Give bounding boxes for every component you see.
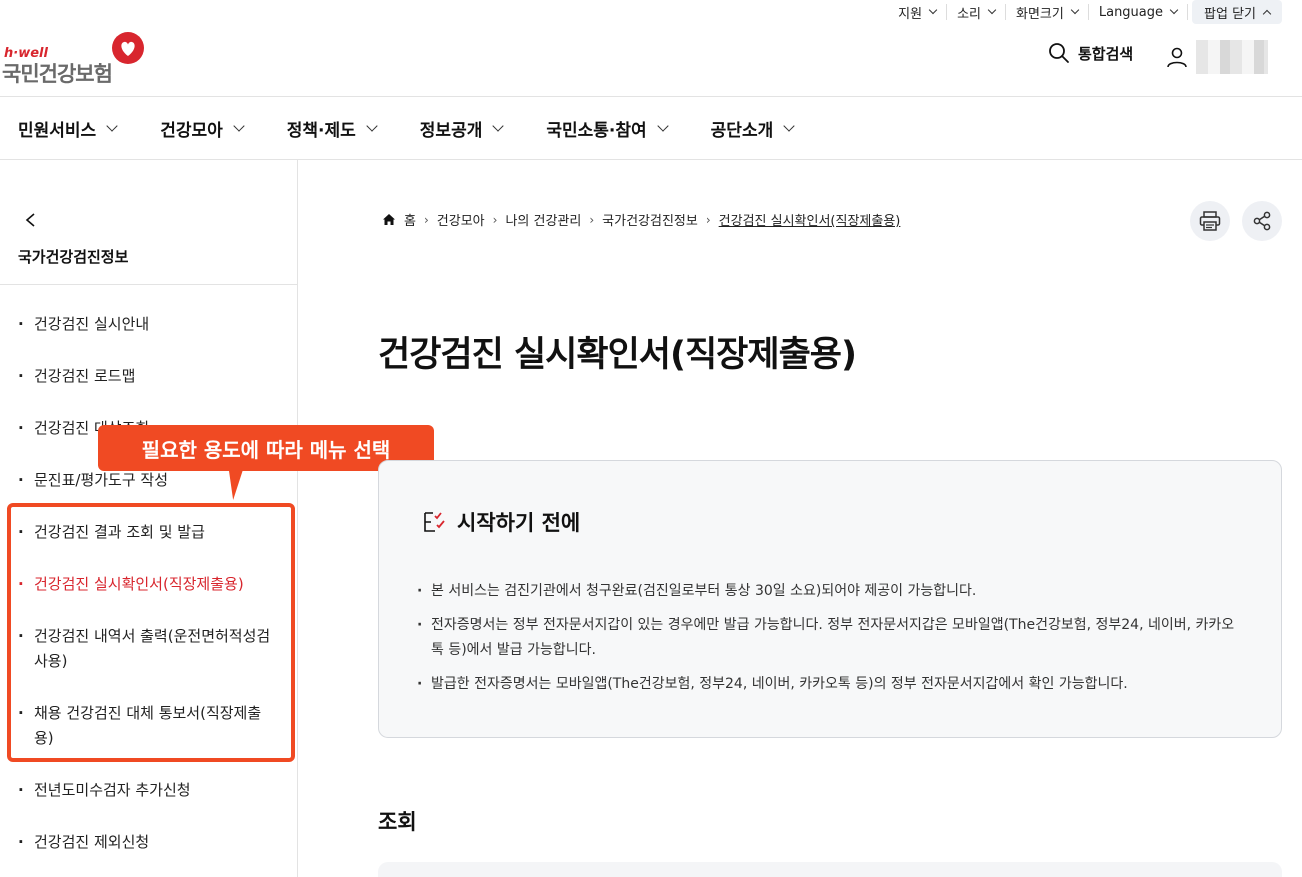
breadcrumb: 홈 › 건강모아 › 나의 건강관리 › 국가건강검진정보 › 건강검진 실시확…: [382, 210, 900, 229]
chevron-right-icon: ›: [705, 212, 711, 227]
page-title: 건강검진 실시확인서(직장제출용): [378, 335, 857, 375]
chevron-up-icon: [1262, 9, 1272, 18]
chevron-down-icon: [928, 5, 938, 15]
gnb-label: 정보공개: [419, 120, 483, 141]
gnb-label: 공단소개: [710, 120, 774, 141]
chevron-down-icon: [657, 120, 669, 132]
gnb-item-policy[interactable]: 정책·제도: [286, 116, 378, 141]
sound-menu[interactable]: 소리: [947, 4, 1007, 22]
logo-text: 국민건강보험: [2, 62, 113, 86]
lookup-section-title: 조회: [378, 810, 417, 834]
info-item: 발급한 전자증명서는 모바일앱(The건강보험, 정부24, 네이버, 카카오톡…: [417, 672, 1247, 697]
sidebar-item-exclusion[interactable]: 건강검진 제외신청: [18, 830, 280, 855]
info-heading: 시작하기 전에: [423, 507, 580, 537]
sidebar-item-guide[interactable]: 건강검진 실시안내: [18, 312, 280, 337]
breadcrumb-item[interactable]: 건강모아: [437, 210, 485, 229]
sidebar-title: 국가건강검진정보: [18, 248, 129, 266]
chevron-down-icon: [492, 120, 505, 132]
sound-label: 소리: [957, 6, 982, 22]
breadcrumb-item[interactable]: 국가건강검진정보: [602, 210, 698, 229]
gnb-label: 민원서비스: [18, 120, 97, 141]
gnb-label: 건강모아: [160, 120, 223, 141]
gnb-item-about[interactable]: 공단소개: [710, 116, 795, 141]
sidebar-item-roadmap[interactable]: 건강검진 로드맵: [18, 364, 280, 389]
user-menu-button[interactable]: [1166, 40, 1268, 74]
gnb-label: 국민소통·참여: [546, 120, 647, 141]
gnb-label: 정책·제도: [286, 120, 356, 141]
info-list: 본 서비스는 검진기관에서 청구완료(검진일로부터 통상 30일 소요)되어야 …: [417, 579, 1247, 706]
main-navigation: 민원서비스 건강모아 정책·제도 정보공개 국민소통·참여 공단소개: [0, 97, 1302, 159]
popup-close-label: 팝업 닫기: [1204, 6, 1256, 22]
chevron-right-icon: ›: [589, 212, 595, 227]
chevron-down-icon: [1070, 5, 1080, 15]
chevron-down-icon: [783, 120, 795, 132]
home-icon: [383, 214, 395, 225]
share-icon: [1253, 211, 1271, 231]
breadcrumb-home[interactable]: 홈: [404, 210, 416, 229]
search-icon: [1049, 43, 1069, 63]
print-icon: [1199, 211, 1221, 231]
language-menu[interactable]: Language: [1089, 4, 1189, 20]
search-label: 통합검색: [1078, 44, 1134, 63]
user-icon: [1167, 47, 1187, 68]
heart-logo-icon: [112, 32, 144, 64]
popup-close-button[interactable]: 팝업 닫기: [1192, 0, 1282, 24]
checklist-icon: [424, 512, 445, 532]
support-menu[interactable]: 지원: [888, 4, 948, 22]
screen-size-label: 화면크기: [1016, 6, 1064, 22]
chevron-down-icon: [1169, 5, 1179, 15]
info-item: 전자증명서는 정부 전자문서지갑이 있는 경우에만 발급 가능합니다. 정부 전…: [417, 613, 1247, 663]
chevron-right-icon: ›: [423, 212, 429, 227]
chevron-down-icon: [366, 120, 378, 132]
sidebar-divider: [0, 284, 297, 285]
breadcrumb-current[interactable]: 건강검진 실시확인서(직장제출용): [719, 210, 901, 229]
annotation-highlight-box: [7, 503, 295, 762]
chevron-down-icon: [987, 5, 997, 15]
support-label: 지원: [898, 6, 923, 22]
info-heading-text: 시작하기 전에: [457, 511, 581, 535]
chevron-left-icon[interactable]: [24, 213, 38, 227]
gnb-item-info-disclosure[interactable]: 정보공개: [419, 116, 505, 141]
gnb-item-participation[interactable]: 국민소통·참여: [546, 116, 669, 141]
chevron-right-icon: ›: [492, 212, 498, 227]
chevron-down-icon: [106, 120, 118, 132]
breadcrumb-item[interactable]: 나의 건강관리: [505, 210, 581, 229]
screen-size-menu[interactable]: 화면크기: [1006, 4, 1089, 22]
integrated-search-button[interactable]: 통합검색: [1048, 42, 1133, 64]
print-button[interactable]: [1190, 201, 1230, 241]
user-name-blurred: [1196, 40, 1268, 74]
gnb-item-civil-service[interactable]: 민원서비스: [18, 116, 118, 141]
chevron-down-icon: [233, 120, 245, 132]
language-label: Language: [1098, 4, 1164, 20]
site-logo[interactable]: h·well 국민건강보험: [2, 32, 152, 86]
utility-bar: 지원 소리 화면크기 Language 팝업 닫기: [888, 0, 1282, 24]
gnb-item-health-moa[interactable]: 건강모아: [160, 116, 245, 141]
sidebar-item-additional-apply[interactable]: 전년도미수검자 추가신청: [18, 778, 280, 803]
before-start-info-box: 시작하기 전에 본 서비스는 검진기관에서 청구완료(검진일로부터 통상 30일…: [378, 460, 1282, 738]
share-button[interactable]: [1242, 201, 1282, 241]
lookup-section-box: [378, 862, 1282, 877]
info-item: 본 서비스는 검진기관에서 청구완료(검진일로부터 통상 30일 소요)되어야 …: [417, 579, 1247, 604]
